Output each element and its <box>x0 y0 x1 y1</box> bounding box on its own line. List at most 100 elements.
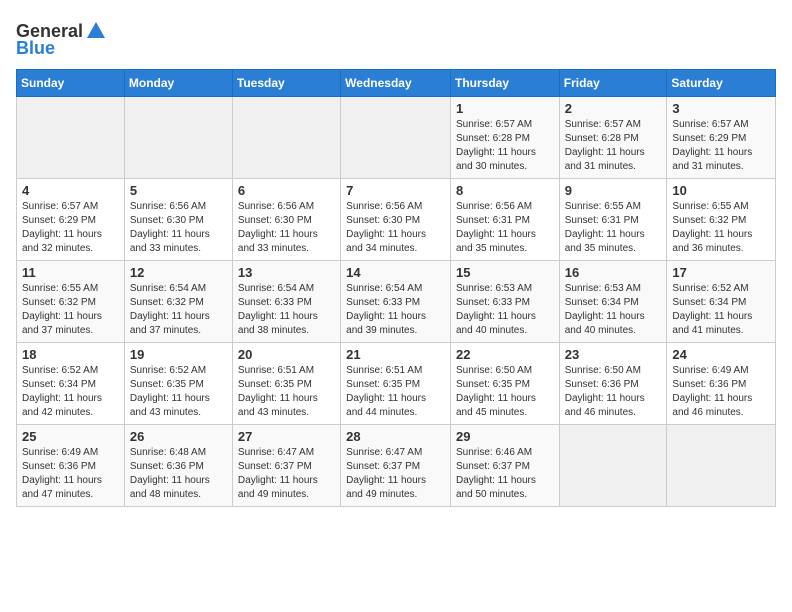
week-row-2: 4 Sunrise: 6:57 AMSunset: 6:29 PMDaylight… <box>17 179 776 261</box>
day-cell: 29Sunrise: 6:46 AMSunset: 6:37 PMDayligh… <box>450 425 559 507</box>
day-cell: 22Sunrise: 6:50 AMSunset: 6:35 PMDayligh… <box>450 343 559 425</box>
day-number: 7 <box>346 183 445 198</box>
day-number: 24 <box>672 347 770 362</box>
col-header-wednesday: Wednesday <box>341 70 451 97</box>
week-row-3: 11 Sunrise: 6:55 AMSunset: 6:32 PMDayligh… <box>17 261 776 343</box>
day-detail: Sunrise: 6:51 AMSunset: 6:35 PMDaylight:… <box>238 364 335 420</box>
day-cell: 23 Sunrise: 6:50 AMSunset: 6:36 PMDayligh… <box>559 343 667 425</box>
logo: General Blue <box>16 20 109 59</box>
day-cell <box>124 97 232 179</box>
day-detail: Sunrise: 6:56 AMSunset: 6:30 PMDaylight:… <box>238 200 335 256</box>
day-detail: Sunrise: 6:51 AMSunset: 6:35 PMDaylight:… <box>346 364 445 420</box>
day-detail: Sunrise: 6:52 AMSunset: 6:34 PMDaylight:… <box>22 364 119 420</box>
day-detail: Sunrise: 6:48 AMSunset: 6:36 PMDaylight:… <box>130 446 227 502</box>
day-cell: 28 Sunrise: 6:47 AMSunset: 6:37 PMDayligh… <box>341 425 451 507</box>
day-detail: Sunrise: 6:55 AMSunset: 6:32 PMDaylight:… <box>22 282 119 338</box>
day-cell: 7 Sunrise: 6:56 AMSunset: 6:30 PMDaylight… <box>341 179 451 261</box>
day-detail: Sunrise: 6:55 AMSunset: 6:32 PMDaylight:… <box>672 200 770 256</box>
day-number: 9 <box>565 183 662 198</box>
day-number: 1 <box>456 101 554 116</box>
day-number: 16 <box>565 265 662 280</box>
day-number: 3 <box>672 101 770 116</box>
day-cell <box>17 97 125 179</box>
day-cell: 12 Sunrise: 6:54 AMSunset: 6:32 PMDayligh… <box>124 261 232 343</box>
week-row-1: 1 Sunrise: 6:57 AMSunset: 6:28 PMDaylight… <box>17 97 776 179</box>
day-number: 21 <box>346 347 445 362</box>
day-cell: 8 Sunrise: 6:56 AMSunset: 6:31 PMDaylight… <box>450 179 559 261</box>
day-number: 2 <box>565 101 662 116</box>
day-detail: Sunrise: 6:54 AMSunset: 6:32 PMDaylight:… <box>130 282 227 338</box>
col-header-sunday: Sunday <box>17 70 125 97</box>
day-number: 20 <box>238 347 335 362</box>
day-number: 4 <box>22 183 119 198</box>
day-detail: Sunrise: 6:50 AMSunset: 6:36 PMDaylight:… <box>565 364 662 420</box>
day-detail: Sunrise: 6:47 AMSunset: 6:37 PMDaylight:… <box>238 446 335 502</box>
day-number: 13 <box>238 265 335 280</box>
col-header-thursday: Thursday <box>450 70 559 97</box>
day-cell <box>667 425 776 507</box>
day-number: 28 <box>346 429 445 444</box>
day-detail: Sunrise: 6:55 AMSunset: 6:31 PMDaylight:… <box>565 200 662 256</box>
day-cell: 14 Sunrise: 6:54 AMSunset: 6:33 PMDayligh… <box>341 261 451 343</box>
day-cell: 16 Sunrise: 6:53 AMSunset: 6:34 PMDayligh… <box>559 261 667 343</box>
day-number: 23 <box>565 347 662 362</box>
day-cell: 9 Sunrise: 6:55 AMSunset: 6:31 PMDaylight… <box>559 179 667 261</box>
day-number: 26 <box>130 429 227 444</box>
day-cell <box>232 97 340 179</box>
day-cell: 11 Sunrise: 6:55 AMSunset: 6:32 PMDayligh… <box>17 261 125 343</box>
day-number: 12 <box>130 265 227 280</box>
day-cell: 15 Sunrise: 6:53 AMSunset: 6:33 PMDayligh… <box>450 261 559 343</box>
day-detail: Sunrise: 6:53 AMSunset: 6:33 PMDaylight:… <box>456 282 554 338</box>
logo-icon <box>85 20 107 42</box>
day-number: 11 <box>22 265 119 280</box>
day-number: 10 <box>672 183 770 198</box>
day-number: 6 <box>238 183 335 198</box>
day-cell <box>559 425 667 507</box>
day-cell: 5 Sunrise: 6:56 AMSunset: 6:30 PMDaylight… <box>124 179 232 261</box>
day-detail: Sunrise: 6:49 AMSunset: 6:36 PMDaylight:… <box>22 446 119 502</box>
day-detail: Sunrise: 6:54 AMSunset: 6:33 PMDaylight:… <box>346 282 445 338</box>
day-cell: 21 Sunrise: 6:51 AMSunset: 6:35 PMDayligh… <box>341 343 451 425</box>
day-cell: 19 Sunrise: 6:52 AMSunset: 6:35 PMDayligh… <box>124 343 232 425</box>
day-detail: Sunrise: 6:49 AMSunset: 6:36 PMDaylight:… <box>672 364 770 420</box>
day-cell: 17 Sunrise: 6:52 AMSunset: 6:34 PMDayligh… <box>667 261 776 343</box>
day-detail: Sunrise: 6:57 AMSunset: 6:28 PMDaylight:… <box>565 118 662 174</box>
day-detail: Sunrise: 6:56 AMSunset: 6:31 PMDaylight:… <box>456 200 554 256</box>
day-cell: 13Sunrise: 6:54 AMSunset: 6:33 PMDayligh… <box>232 261 340 343</box>
day-number: 19 <box>130 347 227 362</box>
day-detail: Sunrise: 6:47 AMSunset: 6:37 PMDaylight:… <box>346 446 445 502</box>
col-header-friday: Friday <box>559 70 667 97</box>
day-cell: 6 Sunrise: 6:56 AMSunset: 6:30 PMDaylight… <box>232 179 340 261</box>
day-cell: 26 Sunrise: 6:48 AMSunset: 6:36 PMDayligh… <box>124 425 232 507</box>
week-row-5: 25Sunrise: 6:49 AMSunset: 6:36 PMDayligh… <box>17 425 776 507</box>
col-header-monday: Monday <box>124 70 232 97</box>
col-header-saturday: Saturday <box>667 70 776 97</box>
week-row-4: 18 Sunrise: 6:52 AMSunset: 6:34 PMDayligh… <box>17 343 776 425</box>
day-number: 17 <box>672 265 770 280</box>
day-detail: Sunrise: 6:53 AMSunset: 6:34 PMDaylight:… <box>565 282 662 338</box>
logo-blue: Blue <box>16 38 55 59</box>
day-cell: 27 Sunrise: 6:47 AMSunset: 6:37 PMDayligh… <box>232 425 340 507</box>
day-number: 15 <box>456 265 554 280</box>
day-cell: 4 Sunrise: 6:57 AMSunset: 6:29 PMDaylight… <box>17 179 125 261</box>
day-number: 5 <box>130 183 227 198</box>
day-cell: 2 Sunrise: 6:57 AMSunset: 6:28 PMDaylight… <box>559 97 667 179</box>
day-detail: Sunrise: 6:56 AMSunset: 6:30 PMDaylight:… <box>130 200 227 256</box>
header: General Blue <box>16 16 776 59</box>
day-number: 27 <box>238 429 335 444</box>
day-detail: Sunrise: 6:56 AMSunset: 6:30 PMDaylight:… <box>346 200 445 256</box>
day-detail: Sunrise: 6:52 AMSunset: 6:34 PMDaylight:… <box>672 282 770 338</box>
day-number: 8 <box>456 183 554 198</box>
calendar-table: SundayMondayTuesdayWednesdayThursdayFrid… <box>16 69 776 507</box>
day-cell: 18 Sunrise: 6:52 AMSunset: 6:34 PMDayligh… <box>17 343 125 425</box>
day-detail: Sunrise: 6:57 AMSunset: 6:29 PMDaylight:… <box>22 200 119 256</box>
day-detail: Sunrise: 6:52 AMSunset: 6:35 PMDaylight:… <box>130 364 227 420</box>
day-number: 22 <box>456 347 554 362</box>
day-cell <box>341 97 451 179</box>
day-number: 18 <box>22 347 119 362</box>
day-number: 14 <box>346 265 445 280</box>
header-row: SundayMondayTuesdayWednesdayThursdayFrid… <box>17 70 776 97</box>
day-cell: 3Sunrise: 6:57 AMSunset: 6:29 PMDaylight… <box>667 97 776 179</box>
col-header-tuesday: Tuesday <box>232 70 340 97</box>
day-cell: 25Sunrise: 6:49 AMSunset: 6:36 PMDayligh… <box>17 425 125 507</box>
